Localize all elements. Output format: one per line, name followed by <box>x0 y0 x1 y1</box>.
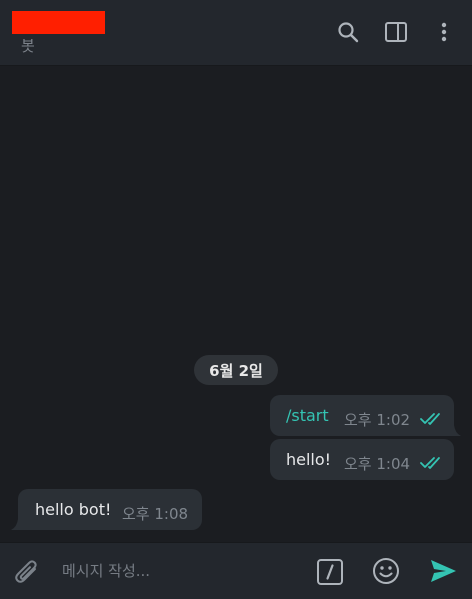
bubble-tail <box>449 425 461 436</box>
bot-command-link[interactable]: /start <box>286 406 329 425</box>
chat-subtitle: 봇 <box>21 37 35 55</box>
chat-header: 봇 <box>0 0 472 66</box>
message-time: 오후 1:02 <box>344 411 411 429</box>
message-text: hello! <box>286 450 332 469</box>
send-icon[interactable] <box>429 557 457 589</box>
read-checkmarks-icon <box>420 411 444 430</box>
search-icon[interactable] <box>335 19 361 45</box>
emoji-icon[interactable] <box>372 557 400 589</box>
message-time: 오후 1:08 <box>122 505 189 523</box>
message-input[interactable] <box>62 556 292 586</box>
side-panel-icon[interactable] <box>383 19 409 45</box>
chat-title-redacted[interactable] <box>12 11 105 34</box>
message-time: 오후 1:04 <box>344 455 411 473</box>
message-bubble-incoming[interactable]: hello bot! 오후 1:08 <box>18 489 202 530</box>
bot-command-icon[interactable] <box>316 558 344 590</box>
message-list[interactable]: 6월 2일 /start 오후 1:02 hello! 오후 1:04 hell… <box>0 67 472 542</box>
more-vertical-icon[interactable] <box>431 19 457 45</box>
message-bubble-outgoing[interactable]: /start 오후 1:02 <box>270 395 454 436</box>
message-composer <box>0 542 472 599</box>
paperclip-icon[interactable] <box>13 557 41 591</box>
message-text: hello bot! <box>35 500 112 519</box>
message-bubble-outgoing[interactable]: hello! 오후 1:04 <box>270 439 454 480</box>
read-checkmarks-icon <box>420 455 444 474</box>
chat-window: 봇 6월 2일 /start 오후 1:02 hello! 오후 1:04 he… <box>0 0 472 599</box>
date-separator: 6월 2일 <box>194 355 278 385</box>
